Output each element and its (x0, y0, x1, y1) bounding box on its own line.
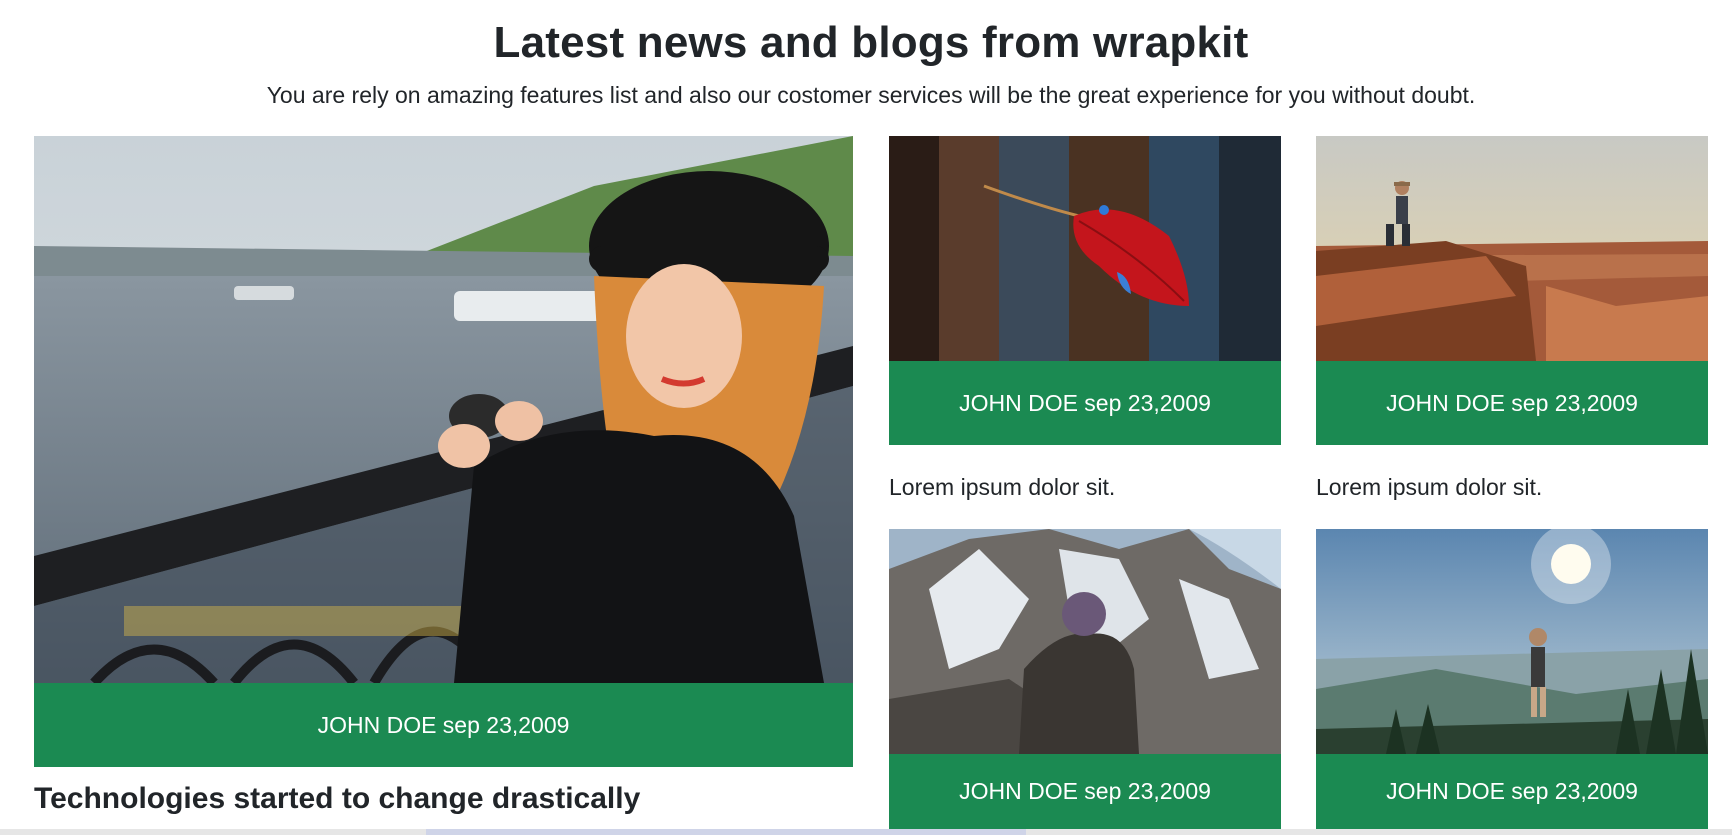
post-image[interactable] (889, 529, 1281, 754)
post-meta[interactable]: JOHN DOE sep 23,2009 (1316, 754, 1708, 829)
section-title: Latest news and blogs from wrapkit (493, 18, 1249, 67)
valley-hiker-photo (1316, 529, 1708, 754)
snowy-mountain-photo (889, 529, 1281, 754)
post-title[interactable]: Lorem ipsum dolor sit. (1316, 474, 1542, 501)
section-subtitle: You are rely on amazing features list an… (266, 82, 1476, 108)
canyon-hiker-photo (1316, 136, 1708, 361)
featured-post-image[interactable] (34, 136, 853, 683)
featured-post-title[interactable]: Technologies started to change drastical… (34, 782, 640, 816)
post-image[interactable] (1316, 136, 1708, 361)
post-image[interactable] (1316, 529, 1708, 754)
post-meta[interactable]: JOHN DOE sep 23,2009 (1316, 361, 1708, 445)
post-card[interactable]: JOHN DOE sep 23,2009 Lorem ipsum dolor s… (1316, 136, 1708, 506)
featured-post-meta[interactable]: JOHN DOE sep 23,2009 (34, 683, 853, 767)
woman-binoculars-photo (34, 136, 853, 683)
post-title[interactable]: Lorem ipsum dolor sit. (889, 474, 1115, 501)
red-leaf-photo (889, 136, 1281, 361)
post-meta[interactable]: JOHN DOE sep 23,2009 (889, 361, 1281, 445)
featured-post-card[interactable]: JOHN DOE sep 23,2009 Technologies starte… (34, 136, 853, 826)
post-meta[interactable]: JOHN DOE sep 23,2009 (889, 754, 1281, 829)
scrollbar-thumb[interactable] (426, 829, 1026, 835)
post-card[interactable]: JOHN DOE sep 23,2009 Lorem ipsum dolor s… (889, 136, 1281, 506)
post-card[interactable]: JOHN DOE sep 23,2009 (1316, 529, 1708, 829)
post-card[interactable]: JOHN DOE sep 23,2009 (889, 529, 1281, 829)
horizontal-scrollbar[interactable] (0, 829, 1732, 835)
post-image[interactable] (889, 136, 1281, 361)
